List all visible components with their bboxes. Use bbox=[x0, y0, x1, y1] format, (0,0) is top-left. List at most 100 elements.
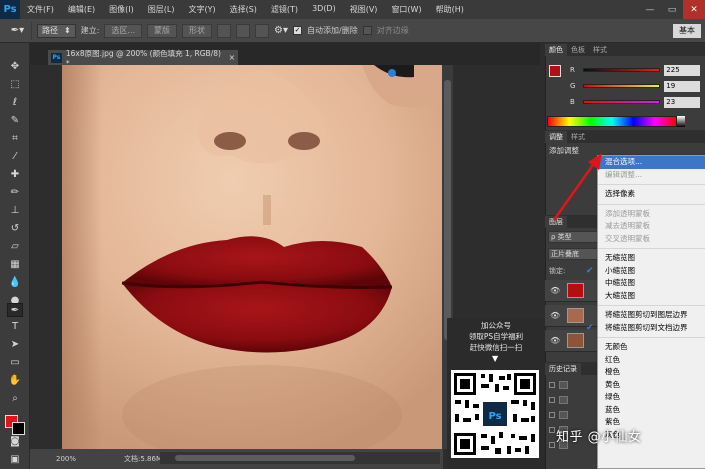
context-menu-item-label: 添加透明蒙板 bbox=[605, 208, 650, 218]
workspace-switcher[interactable]: 基本 bbox=[673, 23, 701, 38]
horizontal-scroll-thumb[interactable] bbox=[175, 455, 355, 461]
mask-button[interactable]: 蒙版 bbox=[147, 23, 178, 38]
clone-stamp-tool-icon[interactable]: ⊥ bbox=[7, 204, 23, 218]
context-menu-item[interactable]: 红色 bbox=[598, 354, 705, 367]
selection-button[interactable]: 选区... bbox=[104, 23, 143, 38]
move-tool-icon[interactable]: ✥ bbox=[7, 60, 23, 74]
color-swatch[interactable] bbox=[549, 65, 561, 77]
minimize-button[interactable]: — bbox=[639, 0, 661, 19]
menu-item[interactable]: 窗口(W) bbox=[384, 4, 428, 15]
context-menu-item[interactable]: 混合选项... bbox=[598, 156, 705, 169]
path-alignment-icon[interactable] bbox=[236, 23, 251, 38]
layer-row-photo-2[interactable]: 👁 bbox=[545, 330, 605, 352]
menu-item[interactable]: 图层(L) bbox=[141, 4, 182, 15]
eye-icon[interactable]: 👁 bbox=[550, 286, 560, 295]
menu-item[interactable]: 3D(D) bbox=[305, 4, 343, 15]
quick-select-tool-icon[interactable]: ✎ bbox=[7, 114, 23, 128]
color-spectrum[interactable] bbox=[547, 116, 677, 127]
context-menu-item[interactable]: 中缩览图 bbox=[598, 277, 705, 290]
layer-row-photo-1[interactable]: 👁 bbox=[545, 305, 605, 327]
close-tab-icon[interactable]: × bbox=[229, 53, 238, 62]
pen-tool-icon[interactable]: ✒ bbox=[7, 303, 23, 317]
context-menu-item[interactable]: 大缩览图 bbox=[598, 290, 705, 303]
history-item[interactable] bbox=[545, 408, 605, 421]
blend-mode-select[interactable]: 正片叠底 bbox=[548, 248, 598, 260]
menu-item[interactable]: 滤镜(T) bbox=[264, 4, 305, 15]
history-brush-tool-icon[interactable]: ↺ bbox=[7, 222, 23, 236]
healing-brush-tool-icon[interactable]: ✚ bbox=[7, 168, 23, 182]
rectangle-tool-icon[interactable]: ▭ bbox=[7, 356, 23, 370]
green-value-input[interactable]: 19 bbox=[664, 80, 700, 92]
image-canvas[interactable] bbox=[62, 65, 442, 449]
blue-value-input[interactable]: 23 bbox=[664, 96, 700, 108]
crop-tool-icon[interactable]: ⌗ bbox=[7, 132, 23, 146]
context-menu-item-label: 小缩览图 bbox=[605, 265, 635, 275]
document-tab[interactable]: Ps 16x8原图.jpg @ 200% (颜色填充 1, RGB/8) * × bbox=[48, 49, 238, 68]
green-slider[interactable] bbox=[583, 84, 661, 88]
screen-mode-icon[interactable]: ▣ bbox=[7, 453, 23, 467]
shape-button[interactable]: 形状 bbox=[182, 23, 213, 38]
context-menu-item[interactable]: 绿色 bbox=[598, 391, 705, 404]
layer-filter-select[interactable]: ρ 类型 bbox=[548, 231, 598, 243]
menu-item[interactable]: 编辑(E) bbox=[61, 4, 102, 15]
promo-text: 加公众号 领取PS自学福利 赶快微信扫一扫 bbox=[447, 320, 545, 353]
context-menu-item-label: 将缩览图剪切到文档边界 bbox=[605, 322, 688, 332]
tab-styles-2[interactable]: 样式 bbox=[567, 131, 589, 143]
menu-item[interactable]: 帮助(H) bbox=[429, 4, 471, 15]
tool-mode-select[interactable]: 路径 ⬍ bbox=[37, 23, 76, 38]
history-item[interactable] bbox=[545, 393, 605, 406]
eyedropper-tool-icon[interactable]: ⁄ bbox=[7, 150, 23, 164]
context-menu-item[interactable]: 将缩览图剪切到图层边界 bbox=[598, 309, 705, 322]
menu-item[interactable]: 选择(S) bbox=[223, 4, 264, 15]
pen-tool-preset-icon[interactable]: ✒▾ bbox=[4, 21, 32, 40]
eraser-tool-icon[interactable]: ▱ bbox=[7, 240, 23, 254]
path-arrangement-icon[interactable] bbox=[255, 23, 270, 38]
context-menu-item[interactable]: 无缩览图 bbox=[598, 252, 705, 265]
context-menu-item[interactable]: 将缩览图剪切到文档边界 ✔ bbox=[586, 322, 705, 335]
gear-icon[interactable]: ⚙▾ bbox=[274, 25, 288, 36]
restore-button[interactable]: ▭ bbox=[661, 0, 683, 19]
history-item[interactable] bbox=[545, 378, 605, 391]
tab-swatches[interactable]: 色板 bbox=[567, 44, 589, 56]
context-menu-item-label: 大缩览图 bbox=[605, 290, 635, 300]
menu-item[interactable]: 视图(V) bbox=[343, 4, 385, 15]
type-tool-icon[interactable]: T bbox=[7, 320, 23, 334]
marquee-tool-icon[interactable]: ⬚ bbox=[7, 78, 23, 92]
path-operations-icon[interactable] bbox=[217, 23, 232, 38]
auto-add-delete-label: 自动添加/删除 bbox=[307, 26, 358, 35]
tab-color[interactable]: 颜色 bbox=[545, 44, 567, 56]
context-menu-item[interactable]: 黄色 bbox=[598, 379, 705, 392]
context-menu-item[interactable]: 无颜色 bbox=[598, 341, 705, 354]
align-edges-checkbox[interactable] bbox=[362, 26, 372, 35]
tab-history[interactable]: 历史记录 bbox=[545, 363, 581, 375]
grayscale-ramp[interactable] bbox=[677, 116, 685, 127]
menu-item[interactable]: 文字(Y) bbox=[181, 4, 222, 15]
eye-icon[interactable]: 👁 bbox=[550, 311, 560, 320]
background-color-swatch[interactable] bbox=[12, 422, 25, 435]
red-slider[interactable] bbox=[583, 68, 661, 72]
zoom-tool-icon[interactable]: ⌕ bbox=[7, 392, 23, 406]
tab-styles[interactable]: 样式 bbox=[589, 44, 611, 56]
red-value-input[interactable]: 225 bbox=[664, 64, 700, 76]
vertical-scroll-thumb[interactable] bbox=[444, 80, 451, 340]
brush-tool-icon[interactable]: ✏ bbox=[7, 186, 23, 200]
layer-row-color-fill[interactable]: 👁 bbox=[545, 280, 605, 302]
gradient-tool-icon[interactable]: ▦ bbox=[7, 258, 23, 272]
path-selection-tool-icon[interactable]: ➤ bbox=[7, 338, 23, 352]
lasso-tool-icon[interactable]: ℓ bbox=[7, 96, 23, 110]
menu-item[interactable]: 图像(I) bbox=[102, 4, 141, 15]
close-button[interactable]: ✕ bbox=[683, 0, 705, 19]
auto-add-delete-checkbox[interactable]: ✓ bbox=[293, 26, 303, 35]
context-menu-item[interactable]: 选择像素 bbox=[598, 188, 705, 201]
context-menu-item[interactable]: 橙色 bbox=[598, 366, 705, 379]
context-menu-item[interactable]: 小缩览图 ✔ bbox=[586, 265, 705, 278]
menu-item[interactable]: 文件(F) bbox=[20, 4, 61, 15]
context-menu-item[interactable]: 蓝色 bbox=[598, 404, 705, 417]
hand-tool-icon[interactable]: ✋ bbox=[7, 374, 23, 388]
blue-slider[interactable] bbox=[583, 100, 661, 104]
quick-mask-icon[interactable]: ◙ bbox=[7, 435, 23, 449]
tab-adjustments[interactable]: 调整 bbox=[545, 131, 567, 143]
eye-icon[interactable]: 👁 bbox=[550, 336, 560, 345]
blur-tool-icon[interactable]: 💧 bbox=[7, 276, 23, 290]
zoom-level[interactable]: 200% bbox=[56, 455, 76, 463]
